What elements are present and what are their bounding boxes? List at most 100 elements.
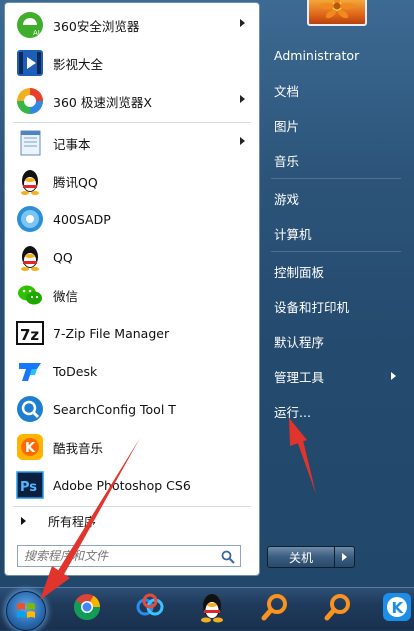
programs-panel: AI 360安全浏览器 影视大全 360 极速浏览器X 记事本 腾讯QQ 400…	[4, 2, 260, 576]
app-item-wechat[interactable]: 微信	[11, 277, 251, 313]
app-label: 记事本	[53, 136, 91, 152]
notepad-icon	[14, 127, 46, 159]
app-item-notepad[interactable]: 记事本	[11, 125, 251, 161]
shutdown-options-button[interactable]	[335, 546, 355, 568]
chrome-icon	[72, 592, 102, 626]
app-item-todesk[interactable]: ToDesk	[11, 353, 251, 389]
qq-penguin-icon	[14, 165, 46, 197]
360-security-browser-icon: AI	[14, 9, 46, 41]
menu-item-label: 控制面板	[274, 264, 325, 280]
menu-item-administrator[interactable]: Administrator	[267, 40, 405, 70]
menu-item-label: 管理工具	[274, 369, 325, 385]
menu-item-run[interactable]: 运行...	[267, 396, 405, 426]
menu-item-label: 游戏	[274, 191, 300, 207]
svg-text:AI: AI	[33, 29, 40, 37]
menu-item-label: 图片	[274, 118, 300, 134]
app-item-photoshop[interactable]: Ps Adobe Photoshop CS6	[11, 467, 251, 503]
taskbar-qq[interactable]	[187, 591, 237, 627]
app-item-400sadp[interactable]: 400SADP	[11, 201, 251, 237]
search-box[interactable]	[17, 545, 241, 567]
app-item-7zip[interactable]: 7z 7-Zip File Manager	[11, 315, 251, 351]
app-label: 360安全浏览器	[53, 18, 140, 34]
submenu-arrow-icon	[240, 137, 245, 145]
menu-item-label: 计算机	[274, 226, 312, 242]
taskbar-search-tool-1[interactable]	[250, 591, 300, 627]
photoshop-icon: Ps	[14, 469, 46, 501]
svg-text:7z: 7z	[20, 326, 39, 344]
search-input[interactable]	[24, 547, 214, 565]
app-item-kuwo-music[interactable]: K 酷我音乐	[11, 429, 251, 465]
taskbar-baidu-netdisk[interactable]	[125, 591, 175, 627]
app-label: 影视大全	[53, 56, 104, 72]
menu-item-games[interactable]: 游戏	[267, 183, 405, 213]
separator	[271, 178, 401, 179]
qq-penguin-icon	[197, 591, 227, 627]
app-item-qq[interactable]: QQ	[11, 239, 251, 275]
user-picture[interactable]	[307, 0, 367, 26]
menu-item-label: 音乐	[274, 153, 300, 169]
taskbar-chrome[interactable]	[62, 591, 112, 627]
separator	[271, 251, 401, 252]
app-label: 酷我音乐	[53, 440, 104, 456]
submenu-arrow-icon	[240, 19, 245, 27]
search-icon[interactable]	[221, 549, 235, 568]
svg-text:Ps: Ps	[20, 480, 37, 495]
app-label: 7-Zip File Manager	[53, 325, 170, 341]
search-tool-icon	[260, 592, 290, 626]
wechat-icon	[14, 279, 46, 311]
sadp-icon	[14, 203, 46, 235]
svg-text:K: K	[392, 599, 405, 617]
menu-item-control-panel[interactable]: 控制面板	[267, 256, 405, 286]
app-label: 微信	[53, 288, 79, 304]
menu-item-documents[interactable]: 文档	[267, 75, 405, 105]
todesk-icon	[14, 355, 46, 387]
start-menu: AI 360安全浏览器 影视大全 360 极速浏览器X 记事本 腾讯QQ 400…	[0, 0, 414, 587]
app-label: QQ	[53, 249, 73, 265]
svg-text:K: K	[25, 441, 36, 456]
menu-item-computer[interactable]: 计算机	[267, 218, 405, 248]
kuaishou-k-icon: K	[382, 592, 412, 626]
search-tool-icon	[323, 592, 353, 626]
shutdown-button[interactable]: 关机	[267, 546, 335, 568]
shutdown-label: 关机	[288, 550, 313, 565]
menu-item-admin-tools[interactable]: 管理工具	[267, 361, 405, 391]
app-label: Adobe Photoshop CS6	[53, 477, 191, 493]
separator	[13, 506, 251, 507]
start-button[interactable]	[6, 591, 46, 631]
windows-logo-icon	[16, 601, 36, 625]
video-player-icon	[14, 47, 46, 79]
360-speed-browser-icon	[14, 85, 46, 117]
taskbar: K	[0, 587, 414, 630]
submenu-arrow-icon	[240, 95, 245, 103]
searchconfig-icon	[14, 393, 46, 425]
menu-item-label: 运行...	[274, 404, 311, 420]
submenu-arrow-icon	[391, 372, 396, 380]
all-programs-label: 所有程序	[48, 514, 97, 529]
taskbar-kuaishou[interactable]: K	[372, 591, 414, 627]
menu-item-devices-printers[interactable]: 设备和打印机	[267, 291, 405, 321]
chevron-right-icon	[342, 553, 347, 561]
app-item-tencent-qq[interactable]: 腾讯QQ	[11, 163, 251, 199]
menu-item-label: Administrator	[274, 47, 360, 63]
app-item-360-security-browser[interactable]: AI 360安全浏览器	[11, 7, 251, 43]
qq-penguin-icon	[14, 241, 46, 273]
app-label: 腾讯QQ	[53, 174, 98, 190]
menu-item-label: 设备和打印机	[274, 299, 350, 315]
menu-item-pictures[interactable]: 图片	[267, 110, 405, 140]
baidu-netdisk-icon	[135, 592, 165, 626]
separator	[13, 122, 251, 123]
all-programs-button[interactable]: 所有程序	[11, 509, 251, 533]
app-item-searchconfig[interactable]: SearchConfig Tool T	[11, 391, 251, 427]
app-item-360-speed-browser[interactable]: 360 极速浏览器X	[11, 83, 251, 119]
menu-item-music[interactable]: 音乐	[267, 145, 405, 175]
menu-item-default-programs[interactable]: 默认程序	[267, 326, 405, 356]
app-label: ToDesk	[53, 363, 98, 379]
kuwo-music-icon: K	[14, 431, 46, 463]
app-label: 360 极速浏览器X	[53, 94, 152, 110]
shutdown-control: 关机	[267, 546, 357, 568]
taskbar-search-tool-2[interactable]	[313, 591, 363, 627]
7zip-icon: 7z	[14, 317, 46, 349]
app-item-video[interactable]: 影视大全	[11, 45, 251, 81]
app-label: SearchConfig Tool T	[53, 401, 176, 417]
menu-item-label: 默认程序	[274, 334, 325, 350]
